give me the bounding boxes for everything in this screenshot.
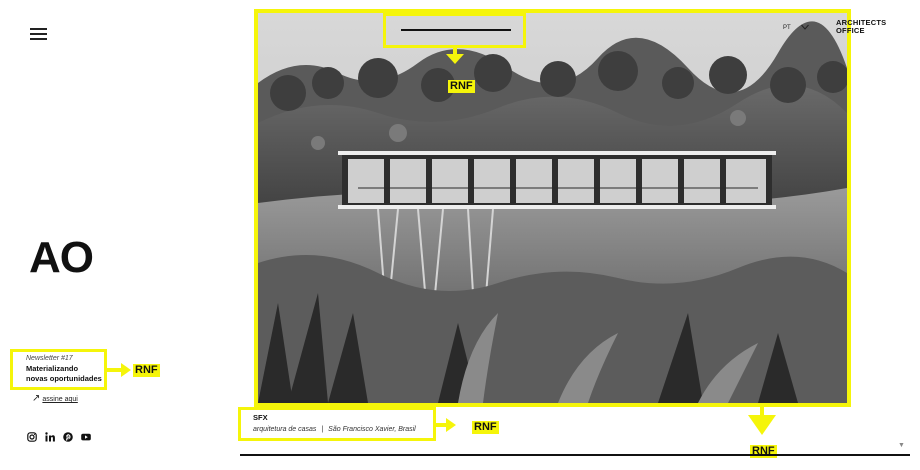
newsletter-title-1: Materializando	[26, 364, 79, 373]
newsletter-card[interactable]: Newsletter #17 Materializando novas opor…	[10, 349, 107, 390]
social-links	[27, 432, 91, 442]
brand-line-2: OFFICE	[836, 26, 865, 35]
scroll-down-icon[interactable]: ▼	[898, 442, 905, 449]
newsletter-kicker: Newsletter #17	[26, 355, 73, 362]
newsletter-title-2: novas oportunidades	[26, 374, 102, 383]
scroll-indicator-box	[383, 13, 526, 48]
brand-wordmark[interactable]: ARCHITECTS OFFICE	[836, 19, 886, 35]
hero-image	[254, 9, 851, 407]
annotation-arrow-head-top	[446, 54, 464, 64]
menu-icon[interactable]	[30, 28, 47, 40]
project-separator: |	[321, 426, 324, 433]
language-selector[interactable]: PT	[783, 25, 791, 31]
annotation-label-bottom: RNF	[750, 445, 777, 458]
scroll-indicator-line	[401, 29, 511, 31]
annotation-label: RNF	[133, 364, 160, 377]
house-photo	[258, 13, 847, 403]
subscribe-label: assine aqui	[42, 396, 78, 403]
arrow-up-right-icon: ↗	[32, 393, 41, 404]
bottom-rule	[240, 454, 910, 456]
annotation-arrow-head-caption	[446, 418, 456, 432]
annotation-arrow-head-bottom	[748, 415, 776, 435]
annotation-label-top: RNF	[448, 80, 475, 93]
logo[interactable]: AO	[29, 233, 94, 283]
project-meta: arquitetura de casas | São Francisco Xav…	[253, 426, 433, 433]
project-location: São Francisco Xavier, Brasil	[328, 426, 416, 433]
instagram-icon[interactable]	[27, 432, 37, 442]
annotation-arrow-head	[121, 363, 131, 377]
project-type: arquitetura de casas	[253, 426, 317, 433]
project-code: SFX	[253, 413, 268, 422]
chevron-down-icon[interactable]	[801, 22, 809, 32]
project-caption[interactable]: SFX arquitetura de casas | São Francisco…	[238, 407, 436, 441]
annotation-label-caption: RNF	[472, 421, 499, 434]
subscribe-link[interactable]: ↗ assine aqui	[32, 393, 78, 404]
pinterest-icon[interactable]	[63, 432, 73, 442]
youtube-icon[interactable]	[81, 432, 91, 442]
page: AO Newsletter #17 Materializando novas o…	[0, 0, 920, 470]
linkedin-icon[interactable]	[45, 432, 55, 442]
